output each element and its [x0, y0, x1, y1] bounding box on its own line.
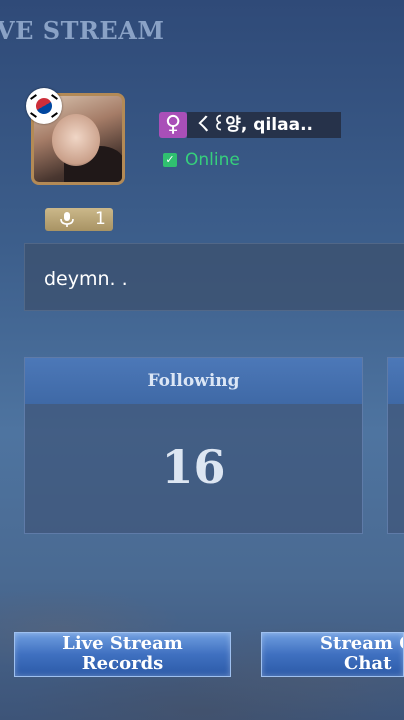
next-stat-card[interactable] [387, 357, 404, 534]
live-stream-records-label-line2: Records [81, 653, 164, 674]
bio-text: deymn. . [44, 268, 128, 290]
mic-badge: 1 [45, 208, 113, 231]
live-stream-records-button[interactable]: Live Stream Records [14, 632, 231, 677]
south-korea-flag-icon [26, 88, 62, 124]
trigram-bar [30, 94, 37, 100]
microphone-icon [60, 212, 74, 227]
trigram-bar [51, 112, 58, 118]
stream-quick-chat-button[interactable]: Stream Qu Chat [261, 632, 404, 677]
page-title: VE STREAM [0, 16, 165, 45]
trigram-bar [51, 94, 58, 100]
avatar-face [52, 114, 100, 166]
stream-quick-chat-label-line1: Stream Qu [320, 633, 403, 654]
following-card[interactable]: Following 16 [24, 357, 363, 534]
mic-count: 1 [95, 209, 106, 229]
stream-quick-chat-label-line2: Chat [344, 653, 392, 674]
next-stat-header [388, 358, 404, 404]
username: ㄑ꒰양, qilaa.. [187, 112, 341, 138]
live-stream-records-label-line1: Live Stream [62, 633, 183, 654]
trigram-bar [30, 112, 37, 118]
following-label: Following [25, 358, 362, 404]
following-count: 16 [161, 440, 226, 494]
bio-box: deymn. . [24, 243, 404, 311]
online-status: Online [185, 150, 240, 170]
online-check-icon: ✓ [163, 153, 177, 167]
taeguk-symbol [33, 95, 55, 117]
female-gender-icon: ♀ [159, 112, 187, 138]
